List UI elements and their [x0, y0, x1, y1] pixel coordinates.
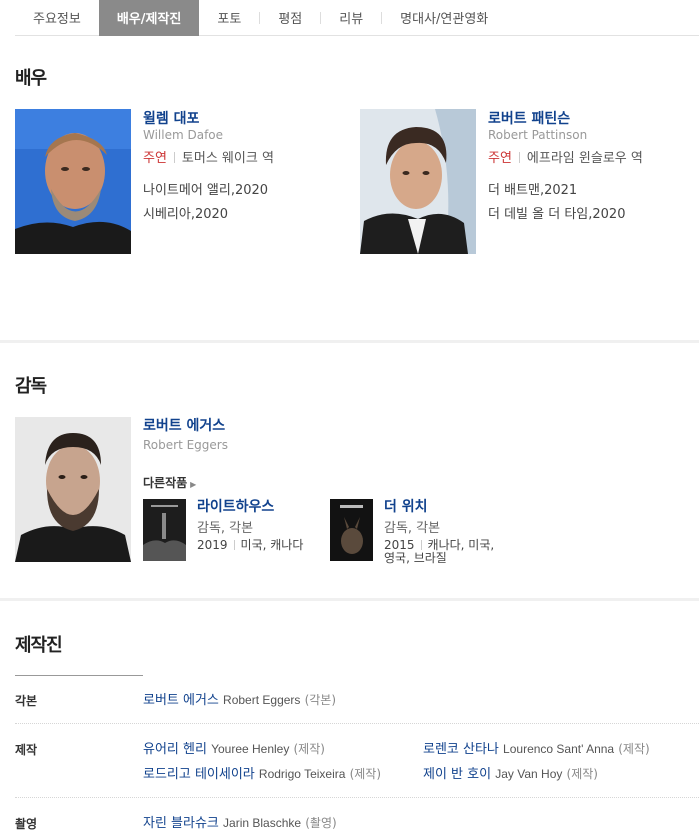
crew-name-en: Jarin Blaschke [223, 816, 302, 830]
crew-role: (제작) [293, 742, 325, 756]
crew-entry: 로드리고 테이세이라 Rodrigo Teixeira (제작) [143, 763, 381, 782]
actor-name-kr[interactable]: 윌렘 대포 [143, 108, 199, 128]
other-work-year: 2015 [384, 538, 415, 552]
crew-name-kr[interactable]: 로드리고 테이세이라 [143, 767, 255, 782]
other-work-meta: 2019 미국, 캐나다 [197, 539, 312, 552]
crew-role: (촬영) [305, 816, 337, 830]
actor-work[interactable]: 시베리아,2020 [143, 203, 228, 222]
director-name-en: Robert Eggers [143, 438, 228, 452]
role-name: 토머스 웨이크 역 [181, 151, 274, 166]
actor-name-en: Willem Dafoe [143, 128, 224, 142]
title-underline [15, 675, 143, 676]
row-divider [15, 723, 699, 724]
tab-label: 주요정보 [33, 12, 81, 27]
tab-quotes-related[interactable]: 명대사/연관영화 [382, 0, 506, 36]
section-divider [0, 598, 699, 601]
actor-photo[interactable] [360, 109, 476, 254]
other-work-meta: 2015 캐나다, 미국, 영국, 브라질 [384, 539, 499, 565]
chevron-right-icon: ▶ [190, 480, 197, 489]
actor-name-en: Robert Pattinson [488, 128, 588, 142]
other-work-role: 감독, 각본 [384, 521, 441, 536]
meta-divider [420, 540, 422, 550]
tab-label: 리뷰 [339, 12, 364, 27]
crew-name-en: Jay Van Hoy [495, 767, 563, 781]
actor-photo[interactable] [15, 109, 131, 254]
movie-poster[interactable] [330, 499, 373, 561]
role-name: 에프라임 윈슬로우 역 [526, 151, 643, 166]
tab-rating[interactable]: 평점 [260, 0, 320, 36]
other-work-title[interactable]: 라이트하우스 [197, 496, 274, 516]
section-title-crew: 제작진 [15, 635, 63, 656]
tab-main-info[interactable]: 주요정보 [15, 0, 99, 36]
meta-divider [233, 540, 235, 550]
tab-bar: 주요정보 배우/제작진 포토 평점 리뷰 명대사/연관영화 [15, 0, 699, 36]
section-divider [0, 340, 699, 343]
crew-role: (제작) [566, 767, 598, 781]
other-work-title[interactable]: 더 위치 [384, 496, 428, 516]
crew-role: (제작) [349, 767, 382, 781]
role-divider [173, 152, 175, 163]
other-work-role: 감독, 각본 [197, 521, 254, 536]
crew-label: 각본 [15, 694, 38, 708]
tab-label: 포토 [217, 12, 242, 27]
crew-label: 촬영 [15, 817, 38, 831]
crew-entry: 자린 블라슈크 Jarin Blaschke (촬영) [143, 812, 337, 831]
other-work-year: 2019 [197, 538, 228, 552]
crew-name-en: Youree Henley [211, 742, 290, 756]
crew-entry: 로버트 에거스 Robert Eggers (각본) [143, 689, 336, 708]
tab-label: 평점 [278, 12, 303, 27]
crew-label: 제작 [15, 743, 38, 757]
section-title-director: 감독 [15, 376, 47, 397]
row-divider [15, 797, 699, 798]
role-type: 주연 [488, 151, 512, 166]
actor-work[interactable]: 더 데빌 올 더 타임,2020 [488, 203, 625, 222]
role-divider [518, 152, 520, 163]
actor-role: 주연 토머스 웨이크 역 [143, 147, 274, 166]
actor-work[interactable]: 더 배트맨,2021 [488, 179, 577, 198]
crew-name-en: Robert Eggers [223, 693, 301, 707]
actor-role: 주연 에프라임 윈슬로우 역 [488, 147, 643, 166]
tab-label: 배우/제작진 [116, 12, 182, 27]
crew-name-kr[interactable]: 로렌코 산타나 [423, 742, 499, 757]
crew-name-kr[interactable]: 유어리 헨리 [143, 742, 207, 757]
crew-name-en: Lourenco Sant' Anna [503, 742, 615, 756]
crew-role: (제작) [618, 742, 650, 756]
other-works-label[interactable]: 다른작품 ▶ [143, 474, 196, 491]
crew-role: (각본) [304, 693, 337, 707]
crew-entry: 제이 반 호이 Jay Van Hoy (제작) [423, 763, 598, 782]
crew-name-kr[interactable]: 로버트 에거스 [143, 693, 219, 708]
tab-photo[interactable]: 포토 [199, 0, 259, 36]
crew-entry: 유어리 헨리 Youree Henley (제작) [143, 738, 325, 757]
actor-work[interactable]: 나이트메어 앨리,2020 [143, 179, 268, 198]
crew-name-kr[interactable]: 제이 반 호이 [423, 767, 491, 782]
movie-poster[interactable] [143, 499, 186, 561]
other-work-country: 미국, 캐나다 [240, 538, 304, 552]
crew-entry: 로렌코 산타나 Lourenco Sant' Anna (제작) [423, 738, 650, 757]
crew-name-kr[interactable]: 자린 블라슈크 [143, 816, 219, 831]
section-title-actors: 배우 [15, 68, 47, 89]
director-name-kr[interactable]: 로버트 에거스 [143, 415, 225, 435]
tab-review[interactable]: 리뷰 [321, 0, 381, 36]
other-works-text: 다른작품 [143, 476, 188, 490]
tab-cast-crew[interactable]: 배우/제작진 [98, 0, 200, 36]
tab-label: 명대사/연관영화 [400, 12, 489, 27]
director-photo[interactable] [15, 417, 131, 562]
role-type: 주연 [143, 151, 167, 166]
actor-name-kr[interactable]: 로버트 패틴슨 [488, 108, 570, 128]
crew-name-en: Rodrigo Teixeira [258, 767, 346, 781]
